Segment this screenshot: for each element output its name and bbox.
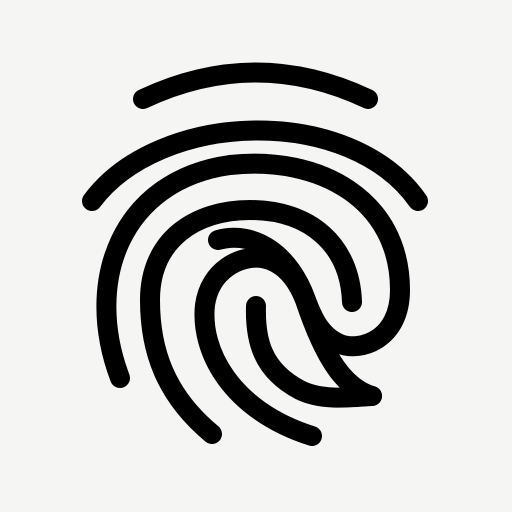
fingerprint-canvas xyxy=(0,0,512,512)
fingerprint-icon xyxy=(82,62,428,446)
ridge-top-arc xyxy=(133,62,378,109)
